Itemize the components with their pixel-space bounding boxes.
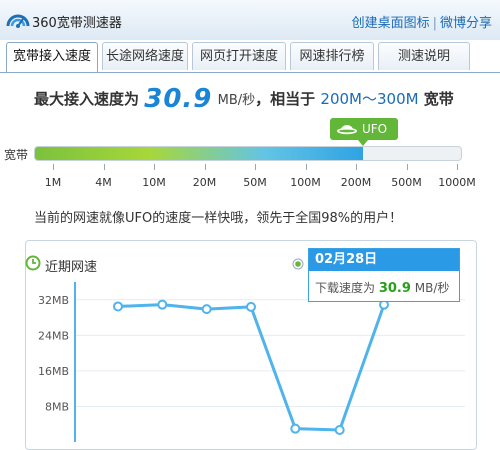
title-bar: 360宽带测速器 创建桌面图标 | 微博分享 — [0, 0, 500, 40]
speed-prefix: 最大接入速度为 — [34, 90, 140, 108]
speed-data-point[interactable] — [290, 423, 301, 434]
tooltip-date: 02月28日 — [309, 249, 459, 271]
gauge-tick — [154, 164, 155, 170]
gauge-tick-label: 4M — [95, 176, 112, 189]
weibo-share-link[interactable]: 微博分享 — [440, 16, 492, 31]
app-title: 360宽带测速器 — [32, 16, 122, 31]
tooltip-unit: MB/秒 — [414, 281, 450, 295]
speed-data-point[interactable] — [113, 301, 123, 312]
gauge-tick — [356, 164, 357, 170]
y-tick-label: 24MB — [38, 329, 69, 342]
gauge-tick — [457, 164, 458, 170]
ufo-icon — [337, 125, 357, 135]
speed-gauge-fill — [35, 147, 364, 160]
gauge-tick — [406, 164, 408, 170]
gauge-tick-label: 500M — [391, 176, 422, 189]
gauge-tick-label: 100M — [290, 176, 321, 189]
tab-speed-ranking[interactable]: 网速排行榜 — [290, 42, 374, 70]
gauge-tick-label: 10M — [142, 176, 166, 189]
speed-range: 200M～300M — [320, 90, 419, 108]
gauge-tick — [103, 164, 105, 170]
gauge-tick-label: 200M — [340, 176, 372, 189]
y-tick-label: 8MB — [45, 400, 69, 413]
create-shortcut-link[interactable]: 创建桌面图标 — [352, 16, 430, 31]
tab-access-speed[interactable]: 宽带接入速度 — [6, 42, 98, 72]
gauge-tick-label: 1M — [44, 176, 62, 189]
speed-summary: 最大接入速度为 30.9 MB/秒，相当于 200M～300M 宽带 — [34, 84, 454, 114]
tab-divider — [0, 72, 500, 73]
tab-bar: 宽带接入速度 长途网络速度 网页打开速度 网速排行榜 测速说明 — [6, 40, 500, 72]
tab-long-distance-speed[interactable]: 长途网络速度 — [102, 42, 188, 70]
top-links: 创建桌面图标 | 微博分享 — [352, 12, 492, 31]
tab-test-description[interactable]: 测速说明 — [378, 42, 470, 70]
y-tick-label: 32MB — [38, 294, 69, 307]
speed-data-point[interactable] — [334, 425, 345, 435]
gauge-tick — [255, 164, 256, 170]
y-tick-label: 16MB — [38, 365, 69, 378]
speed-value: 30.9 — [144, 84, 213, 114]
speed-suffix: 宽带 — [423, 90, 454, 108]
speed-data-point[interactable] — [157, 299, 168, 310]
link-separator: | — [432, 16, 437, 31]
speed-gauge-track — [34, 146, 462, 161]
broadband-label: 宽带 — [4, 148, 29, 162]
gauge-tick — [53, 164, 54, 170]
app-logo-icon — [6, 14, 30, 28]
gauge-tick-label: 50M — [243, 176, 267, 189]
gauge-tick-label: 20M — [192, 176, 217, 189]
selected-point-radio-icon[interactable] — [292, 258, 304, 270]
recent-speed-title: 近期网速 — [45, 260, 98, 275]
speed-data-point[interactable] — [201, 304, 212, 315]
tooltip-value: 30.9 — [378, 281, 411, 296]
gauge-tick — [204, 164, 206, 170]
speed-message: 当前的网速就像UFO的速度一样快哦，领先于全国98%的用户！ — [34, 211, 403, 226]
ufo-badge: UFO — [330, 118, 398, 146]
clock-icon — [25, 255, 41, 271]
speed-data-point[interactable] — [246, 301, 256, 312]
speed-tooltip: 02月28日 下载速度为 30.9 MB/秒 — [308, 248, 460, 302]
ufo-badge-label: UFO — [362, 122, 388, 136]
speed-gauge-ticks: 1M 4M 10M 20M 50M 100M 200M 500M 1000M — [0, 164, 500, 194]
gauge-tick — [305, 164, 307, 170]
speed-series-line — [117, 303, 386, 432]
tab-webpage-speed[interactable]: 网页打开速度 — [192, 42, 286, 70]
gauge-tick-label: 1000M — [438, 176, 476, 189]
speed-middle: ，相当于 — [255, 90, 316, 108]
tooltip-label: 下载速度为 — [315, 281, 376, 295]
tooltip-body: 下载速度为 30.9 MB/秒 — [315, 279, 449, 296]
speed-unit: MB/秒 — [217, 93, 256, 108]
